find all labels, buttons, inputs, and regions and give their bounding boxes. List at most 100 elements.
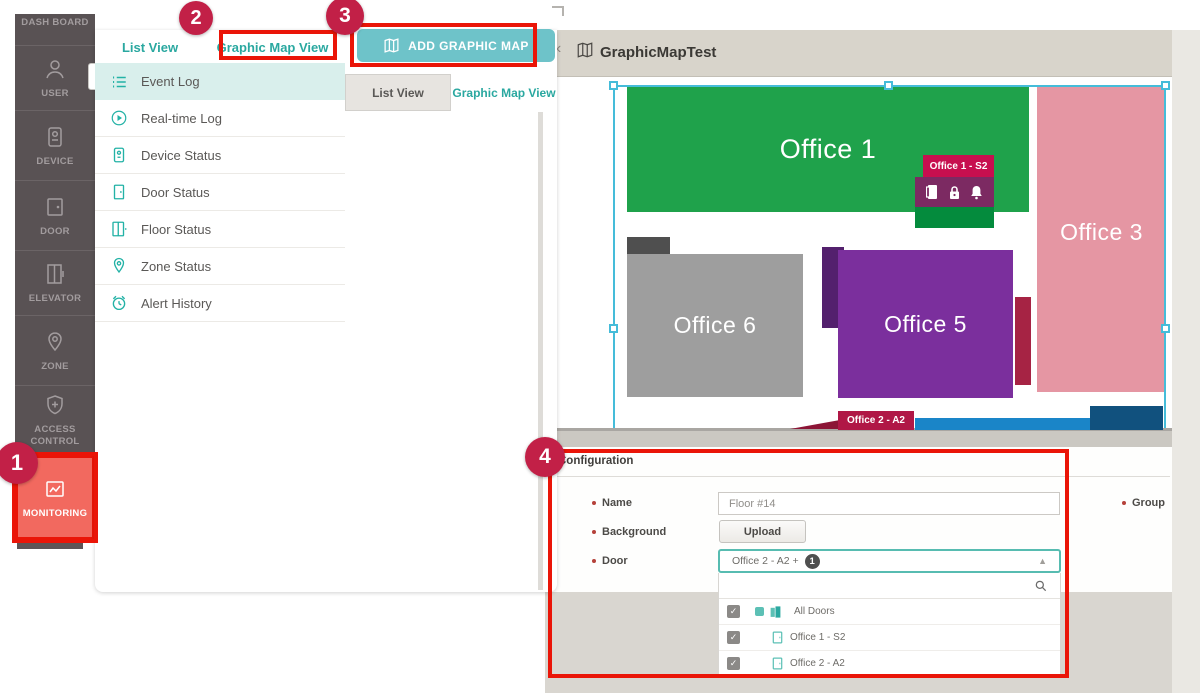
search-icon[interactable] <box>1034 579 1048 593</box>
page-title: GraphicMapTest <box>600 44 716 61</box>
right-gutter <box>1172 30 1200 693</box>
dropdown-collapse-arrow-icon[interactable]: ▲ <box>1038 556 1047 566</box>
map-office-6[interactable]: Office 6 <box>627 254 803 397</box>
tab-list-view[interactable]: List View <box>100 32 200 63</box>
menu-label: Zone Status <box>141 259 211 274</box>
floor-status-icon <box>110 220 128 238</box>
menu-label: Alert History <box>141 296 212 311</box>
door-icon[interactable] <box>926 184 939 200</box>
sidebar-label-elevator: ELEVATOR <box>29 293 82 304</box>
configuration-title: Configuration <box>558 455 633 467</box>
selection-handle-top-middle[interactable] <box>884 81 893 90</box>
annotation-step-4: 4 <box>525 437 565 477</box>
menu-label: Door Status <box>141 185 210 200</box>
sidebar-item-zone[interactable]: ZONE <box>15 315 95 385</box>
group-square-icon <box>755 607 764 616</box>
name-input[interactable] <box>718 492 1060 515</box>
door-select-value: Office 2 - A2 + <box>732 555 799 567</box>
window-corner-mark <box>552 6 564 16</box>
sidebar-label-dashboard: DASH BOARD <box>21 17 88 29</box>
checkbox-checked[interactable] <box>727 631 740 644</box>
menu-label: Real-time Log <box>141 111 222 126</box>
map-icon <box>576 41 594 59</box>
sidebar-label-device: DEVICE <box>36 156 73 167</box>
door-option-icon <box>772 657 783 670</box>
add-graphic-map-label: ADD GRAPHIC MAP <box>408 39 529 53</box>
menu-label: Device Status <box>141 148 221 163</box>
device-status-icon <box>110 146 128 164</box>
background-field-label: Background <box>592 526 666 538</box>
dropdown-option-office1-s2[interactable]: Office 1 - S2 <box>719 625 1060 651</box>
door-option-icon <box>772 631 783 644</box>
map-office-5[interactable]: Office 5 <box>838 250 1013 398</box>
all-doors-group: All Doors <box>755 605 835 619</box>
sidebar-item-dashboard[interactable]: DASH BOARD <box>15 14 95 45</box>
app-window: ‹ GraphicMapTest Office 1 Office 3 Offic… <box>0 0 1200 693</box>
group-label-text: Group <box>1132 497 1165 509</box>
event-log-icon <box>110 73 128 91</box>
upload-button[interactable]: Upload <box>719 520 806 543</box>
horizontal-scrollbar[interactable] <box>545 428 1172 447</box>
door-select[interactable]: Office 2 - A2 + 1 ▲ <box>718 549 1061 573</box>
map-dark-green-block <box>915 207 994 228</box>
map-blue-bar <box>915 418 1093 430</box>
door-option: Office 1 - S2 <box>772 631 845 644</box>
door-dropdown-panel: All Doors Office 1 - S2 Office 2 - A2 <box>718 573 1061 676</box>
view-tab-graphic-map[interactable]: Graphic Map View <box>451 74 557 111</box>
menu-label: Floor Status <box>141 222 211 237</box>
selection-handle-top-left[interactable] <box>609 81 618 90</box>
map-icon <box>383 37 400 54</box>
menu-item-zone-status[interactable]: Zone Status <box>95 248 345 285</box>
tab-graphic-map-view[interactable]: Graphic Map View <box>200 32 345 63</box>
sidebar-item-user[interactable]: USER <box>15 45 95 110</box>
door-badge-office1-s2[interactable]: Office 1 - S2 <box>923 155 994 177</box>
menu-item-device-status[interactable]: Device Status <box>95 137 345 174</box>
menu-item-door-status[interactable]: Door Status <box>95 174 345 211</box>
sidebar-item-door[interactable]: DOOR <box>15 180 95 250</box>
door-control-bar[interactable] <box>915 177 994 207</box>
office-5-label: Office 5 <box>884 311 967 338</box>
alert-history-icon <box>110 294 128 312</box>
menu-item-floor-status[interactable]: Floor Status <box>95 211 345 248</box>
selection-handle-middle-right[interactable] <box>1161 324 1170 333</box>
checkbox-checked[interactable] <box>727 605 740 618</box>
sidebar-item-elevator[interactable]: ELEVATOR <box>15 250 95 315</box>
group-field-label: Group <box>1122 497 1165 509</box>
checkbox-checked[interactable] <box>727 657 740 670</box>
map-dark-blue-block <box>1090 406 1163 430</box>
menu-label: Event Log <box>141 74 200 89</box>
door-badge-office2-a2[interactable]: Office 2 - A2 <box>838 411 914 430</box>
monitoring-menu-list: Event Log Real-time Log Device Status Do… <box>95 63 345 322</box>
door-icon <box>43 195 67 219</box>
doors-group-icon <box>769 605 782 619</box>
lock-icon[interactable] <box>948 185 961 200</box>
user-icon <box>43 57 67 81</box>
add-graphic-map-button[interactable]: ADD GRAPHIC MAP <box>357 29 555 62</box>
map-office-3[interactable]: Office 3 <box>1037 87 1166 392</box>
sidebar-label-monitoring: MONITORING <box>23 508 88 519</box>
option-label: Office 2 - A2 <box>790 658 845 669</box>
access-control-icon <box>43 393 67 417</box>
sidebar-shadow <box>17 540 83 549</box>
menu-item-realtime-log[interactable]: Real-time Log <box>95 100 345 137</box>
dropdown-option-all-doors[interactable]: All Doors <box>719 599 1060 625</box>
configuration-separator <box>548 476 1170 477</box>
annotation-step-2: 2 <box>179 1 213 35</box>
name-field-label: Name <box>592 497 632 509</box>
background-label-text: Background <box>602 526 666 538</box>
sidebar-item-device[interactable]: DEVICE <box>15 110 95 180</box>
selection-handle-middle-left[interactable] <box>609 324 618 333</box>
realtime-log-icon <box>110 109 128 127</box>
menu-item-event-log[interactable]: Event Log <box>95 63 345 100</box>
selection-handle-top-right[interactable] <box>1161 81 1170 90</box>
door-status-icon <box>110 183 128 201</box>
dropdown-search-row[interactable] <box>719 573 1060 599</box>
bell-icon[interactable] <box>970 185 983 200</box>
dropdown-option-office2-a2[interactable]: Office 2 - A2 <box>719 651 1060 676</box>
door-field-label: Door <box>592 555 628 567</box>
menu-item-alert-history[interactable]: Alert History <box>95 285 345 322</box>
view-tab-list[interactable]: List View <box>345 74 451 111</box>
sidebar-label-door: DOOR <box>40 226 70 237</box>
elevator-icon <box>43 262 67 286</box>
zone-status-icon <box>110 257 128 275</box>
